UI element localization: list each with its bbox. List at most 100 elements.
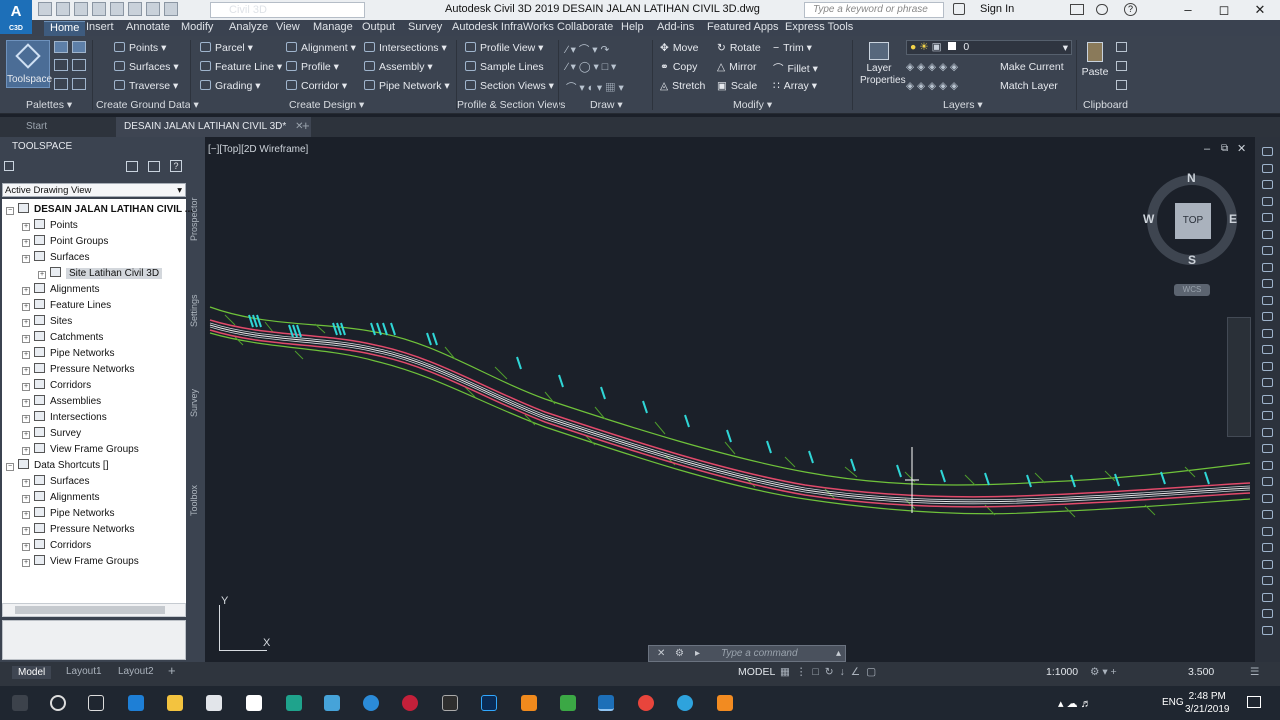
new-icon[interactable]: [38, 2, 52, 16]
polyline-tool-icon[interactable]: ∕ ▾ ◯ ▾ □ ▾: [566, 61, 616, 73]
binoculars-icon[interactable]: [953, 3, 965, 15]
tab-output[interactable]: Output: [362, 21, 395, 33]
expand-icon[interactable]: +: [22, 367, 30, 375]
file-tab-active[interactable]: DESAIN JALAN LATIHAN CIVIL 3D* ✕: [116, 117, 312, 137]
tool-strip-icon[interactable]: [1262, 609, 1273, 618]
traverse-button[interactable]: Traverse ▾: [114, 80, 178, 92]
navigation-bar[interactable]: [1227, 317, 1251, 437]
match-layer-button[interactable]: Match Layer: [1000, 80, 1058, 92]
expand-icon[interactable]: +: [22, 495, 30, 503]
expand-icon[interactable]: +: [22, 335, 30, 343]
parcel-button[interactable]: Parcel ▾: [200, 42, 253, 54]
tool-strip-icon[interactable]: [1262, 378, 1273, 387]
tab-toolbox[interactable]: Toolbox: [189, 472, 203, 516]
command-input[interactable]: Type a command: [721, 648, 798, 659]
tool-strip-icon[interactable]: [1262, 262, 1273, 272]
tool-strip-icon[interactable]: [1262, 526, 1273, 536]
tab-layout2[interactable]: Layout2: [118, 666, 154, 677]
grading-button[interactable]: Grading ▾: [200, 80, 261, 92]
tool-strip-icon[interactable]: [1262, 510, 1273, 519]
tree-item[interactable]: + Pressure Networks: [22, 523, 134, 535]
points-button[interactable]: Points ▾: [114, 42, 166, 54]
make-current-button[interactable]: Make Current: [1000, 61, 1064, 73]
wcs-menu[interactable]: WCS: [1174, 284, 1210, 296]
mail-icon[interactable]: [246, 695, 262, 711]
fillet-button[interactable]: ⌒ Fillet ▾: [773, 61, 818, 76]
tool-strip-icon[interactable]: [1262, 444, 1273, 453]
tree-item[interactable]: + Feature Lines: [22, 299, 111, 311]
tab-prospector[interactable]: Prospector: [189, 181, 203, 241]
record-app-icon[interactable]: [402, 695, 418, 711]
save-icon[interactable]: [74, 2, 88, 16]
workspace-dropdown[interactable]: Civil 3D: [210, 2, 365, 18]
feature-line-button[interactable]: Feature Line ▾: [200, 61, 282, 73]
tool-strip-icon[interactable]: [1262, 295, 1273, 305]
cut-icon[interactable]: [1116, 42, 1127, 52]
expand-icon[interactable]: +: [22, 543, 30, 551]
viewport-minimize-button[interactable]: –: [1204, 143, 1210, 155]
tab-view[interactable]: View: [276, 21, 300, 33]
layers-palette-icon[interactable]: [72, 78, 86, 90]
movie-app-icon[interactable]: [442, 695, 458, 711]
undo-icon[interactable]: [146, 2, 160, 16]
tool-strip-icon[interactable]: [1262, 576, 1273, 585]
tree-item[interactable]: + Surfaces: [22, 251, 89, 263]
tool-strip-icon[interactable]: [1262, 312, 1273, 321]
toolspace-options-icon[interactable]: [148, 161, 160, 172]
expand-icon[interactable]: +: [22, 559, 30, 567]
expand-icon[interactable]: +: [22, 287, 30, 295]
edge-icon[interactable]: [128, 695, 144, 711]
tool-strip-icon[interactable]: [1262, 345, 1273, 354]
tool-strip-icon[interactable]: [1262, 625, 1273, 635]
tab-manage[interactable]: Manage: [313, 21, 353, 33]
open-icon[interactable]: [56, 2, 70, 16]
tree-item[interactable]: + Intersections: [22, 411, 107, 423]
surfaces-button[interactable]: Surfaces ▾: [114, 61, 179, 73]
tree-item[interactable]: + Pressure Networks: [22, 363, 134, 375]
array-button[interactable]: ∷ Array ▾: [773, 80, 817, 92]
cloud-icon[interactable]: [110, 2, 124, 16]
tool-strip-icon[interactable]: [1262, 592, 1273, 602]
workspace-gear-icon[interactable]: ⚙ ▾ +: [1090, 666, 1117, 678]
system-clock[interactable]: 2:48 PM 3/21/2019: [1185, 690, 1230, 716]
expand-icon[interactable]: +: [22, 239, 30, 247]
expand-icon[interactable]: +: [22, 447, 30, 455]
tab-analyze[interactable]: Analyze: [229, 21, 268, 33]
layer-dropdown[interactable]: ● ☀ ▣ 0 ▾: [906, 40, 1072, 55]
notifications-icon[interactable]: [1247, 696, 1261, 708]
tree-item[interactable]: + Pipe Networks: [22, 347, 114, 359]
expand-icon[interactable]: +: [22, 431, 30, 439]
alignment-button[interactable]: Alignment ▾: [286, 42, 356, 54]
viewport-restore-button[interactable]: ⧉: [1221, 143, 1228, 154]
tab-collaborate[interactable]: Collaborate: [557, 21, 613, 33]
tab-annotate[interactable]: Annotate: [126, 21, 170, 33]
tool-strip-icon[interactable]: [1262, 493, 1273, 503]
expand-icon[interactable]: +: [22, 319, 30, 327]
viewcube-top-face[interactable]: TOP: [1175, 203, 1211, 239]
settings-palette-icon[interactable]: [72, 41, 86, 53]
add-layout-button[interactable]: +: [168, 663, 176, 678]
customize-menu-icon[interactable]: ☰: [1250, 666, 1259, 678]
tool-strip-icon[interactable]: [1262, 163, 1273, 173]
model-space-toggle[interactable]: MODEL: [738, 666, 775, 678]
tool-strip-icon[interactable]: [1262, 328, 1273, 338]
properties-palette-icon[interactable]: [54, 78, 68, 90]
viewport-close-button[interactable]: ✕: [1237, 142, 1246, 155]
app-orange-icon[interactable]: [717, 695, 733, 711]
line-tool-icon[interactable]: ∕ ▾ ⌒ ▾ ↷: [566, 42, 609, 57]
tab-featured-apps[interactable]: Featured Apps: [707, 21, 779, 33]
expand-icon[interactable]: +: [22, 351, 30, 359]
photoshop-icon[interactable]: [481, 695, 497, 711]
camera-icon[interactable]: [286, 695, 302, 711]
zoom-value[interactable]: 3.500: [1188, 666, 1214, 678]
toolspace-view-dropdown[interactable]: Active Drawing View ▾: [2, 183, 186, 197]
tool-strip-icon[interactable]: [1262, 196, 1273, 206]
move-button[interactable]: ✥ Move: [660, 42, 699, 54]
survey-palette-icon[interactable]: [54, 59, 68, 71]
tree-item[interactable]: + Corridors: [22, 379, 91, 391]
match-properties-icon[interactable]: [1116, 80, 1127, 90]
tab-add-ins[interactable]: Add-ins: [657, 21, 694, 33]
trim-button[interactable]: − Trim ▾: [773, 42, 812, 54]
tool-strip-icon[interactable]: [1262, 543, 1273, 552]
mirror-button[interactable]: △ Mirror: [717, 61, 757, 73]
